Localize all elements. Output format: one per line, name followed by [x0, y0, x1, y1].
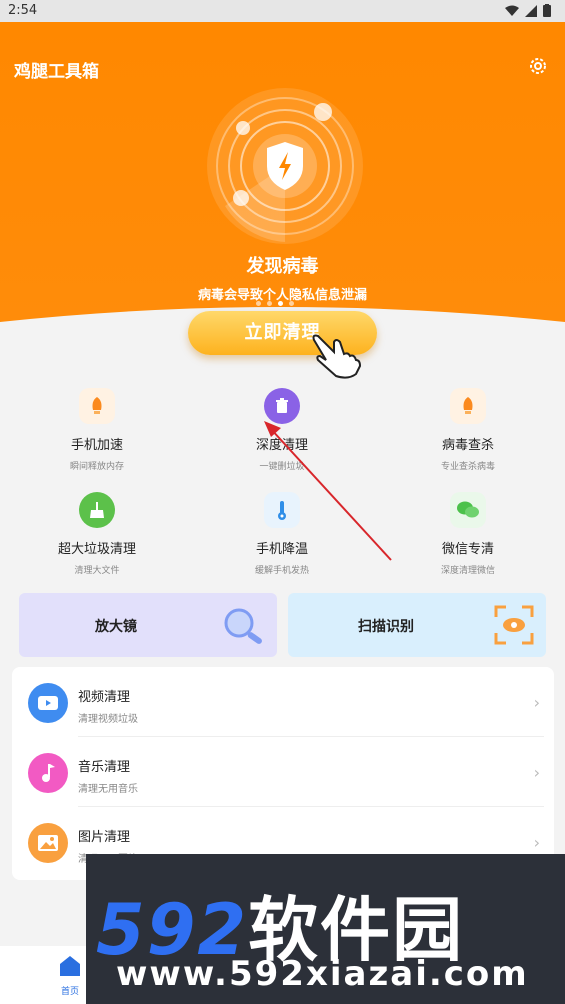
rocket-icon [450, 388, 486, 424]
chevron-right-icon: › [533, 693, 540, 712]
tool-name: 深度清理 [255, 438, 308, 453]
tool-large-file-clean[interactable]: 超大垃圾清理 清理大文件 [22, 492, 172, 576]
scan-icon [494, 605, 534, 645]
tool-desc: 缓解手机发热 [254, 566, 309, 576]
list-item-video[interactable]: 视频清理 清理视频垃圾 › [12, 667, 554, 737]
hero-banner: 鸡腿工具箱 发现病毒 病毒会导致个人隐私信息泄漏 [0, 22, 565, 342]
thermometer-icon [264, 492, 300, 528]
tool-desc: 专业查杀病毒 [440, 462, 495, 472]
wifi-icon [505, 5, 519, 16]
tool-cooldown[interactable]: 手机降温 缓解手机发热 [207, 492, 357, 576]
tool-desc: 瞬间释放内存 [69, 462, 124, 472]
battery-icon [543, 4, 551, 17]
tool-virus-scan[interactable]: 病毒查杀 专业查杀病毒 [393, 388, 543, 472]
tool-desc: 深度清理微信 [440, 566, 495, 576]
magnifier-card[interactable]: 放大镜 [19, 593, 277, 657]
nav-home-label: 首页 [60, 987, 79, 997]
scan-recognize-card[interactable]: 扫描识别 [288, 593, 546, 657]
list-item-title: 视频清理 [78, 690, 131, 705]
tool-name: 手机降温 [255, 542, 308, 557]
tool-phone-speedup[interactable]: 手机加速 瞬间释放内存 [22, 388, 172, 472]
virus-found-title: 发现病毒 [246, 256, 319, 277]
pointing-hand-icon [312, 334, 362, 379]
wechat-icon [450, 492, 486, 528]
video-icon [28, 683, 68, 723]
broom-icon [79, 492, 115, 528]
magnifier-icon [224, 608, 262, 644]
system-icons [505, 4, 551, 17]
card-label: 放大镜 [95, 619, 137, 635]
nav-home[interactable]: 首页 [52, 954, 88, 997]
tool-name: 手机加速 [70, 438, 123, 453]
status-bar: 2:54 [0, 0, 565, 22]
page-dot [256, 301, 261, 306]
card-label: 扫描识别 [358, 619, 414, 635]
clean-list: 视频清理 清理视频垃圾 › 音乐清理 清理无用音乐 › 图片清理 清理无用图片 … [12, 667, 554, 880]
tool-wechat-clean[interactable]: 微信专清 深度清理微信 [393, 492, 543, 576]
tool-name: 病毒查杀 [441, 438, 494, 453]
app-title: 鸡腿工具箱 [14, 62, 99, 82]
list-item-subtitle: 清理无用音乐 [78, 784, 138, 795]
virus-scan-radar [207, 88, 363, 244]
settings-gear-icon[interactable] [526, 54, 550, 78]
page-dot [267, 301, 272, 306]
music-icon [28, 753, 68, 793]
page-dots [256, 301, 294, 306]
home-icon [60, 956, 80, 976]
signal-icon [525, 4, 537, 17]
image-icon [28, 823, 68, 863]
page-dot-active [278, 301, 283, 306]
list-item-music[interactable]: 音乐清理 清理无用音乐 › [12, 737, 554, 807]
tool-deep-clean[interactable]: 深度清理 一键删垃圾 [207, 388, 357, 472]
list-item-title: 音乐清理 [78, 760, 131, 775]
status-time: 2:54 [8, 3, 38, 18]
rocket-icon [79, 388, 115, 424]
list-item-subtitle: 清理视频垃圾 [78, 714, 138, 725]
trash-icon [264, 388, 300, 424]
tool-name: 超大垃圾清理 [57, 542, 136, 557]
page-dot [289, 301, 294, 306]
watermark-url: www.592xiazai.com [116, 954, 529, 994]
chevron-right-icon: › [533, 833, 540, 852]
chevron-right-icon: › [533, 763, 540, 782]
list-item-title: 图片清理 [78, 830, 131, 845]
watermark-banner: 592软件园 www.592xiazai.com [86, 854, 565, 1004]
tool-desc: 清理大文件 [74, 566, 120, 576]
tool-desc: 一键删垃圾 [259, 462, 305, 472]
tool-name: 微信专清 [441, 542, 494, 557]
